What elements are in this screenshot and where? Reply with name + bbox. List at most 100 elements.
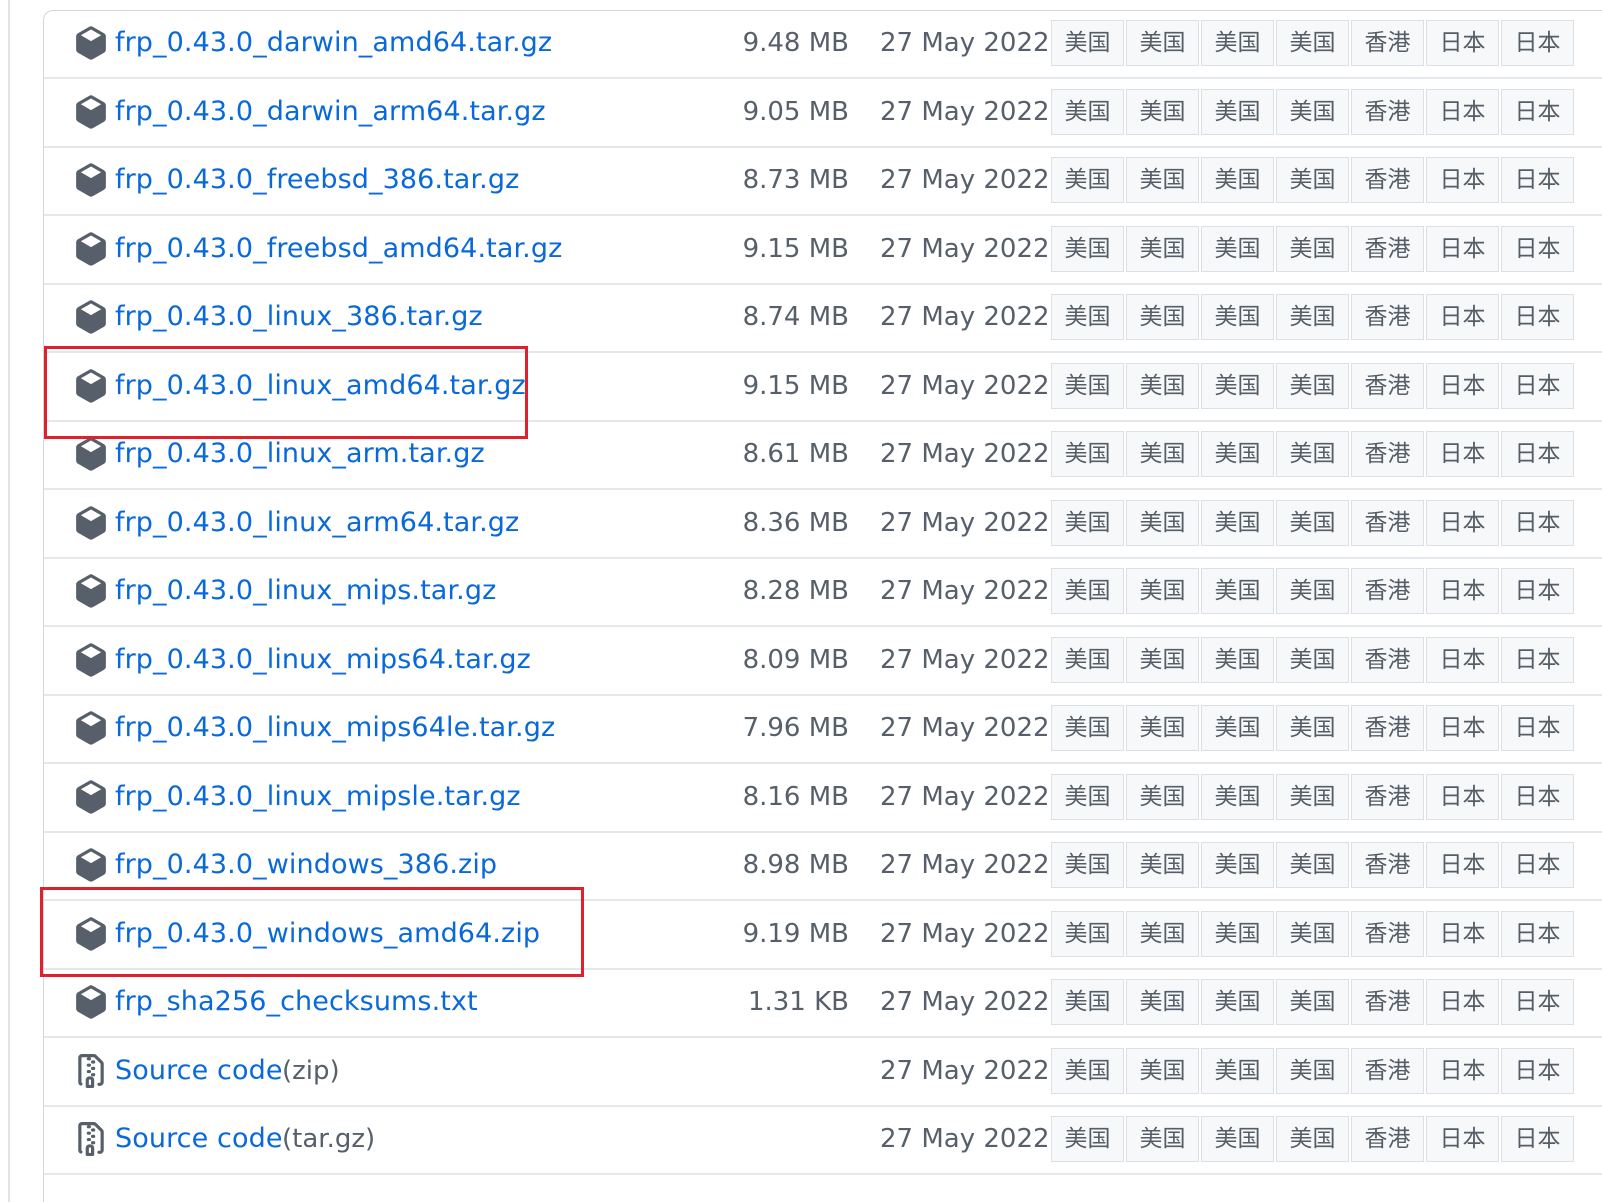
mirror-download-button[interactable]: 美国 [1051,979,1124,1025]
asset-download-link[interactable]: frp_0.43.0_freebsd_386.tar.gz [115,162,519,198]
mirror-download-button[interactable]: 日本 [1501,842,1574,888]
mirror-download-button[interactable]: 美国 [1201,568,1274,614]
mirror-download-button[interactable]: 美国 [1201,294,1274,340]
mirror-download-button[interactable]: 美国 [1126,1116,1199,1162]
mirror-download-button[interactable]: 美国 [1051,157,1124,203]
mirror-download-button[interactable]: 美国 [1126,842,1199,888]
mirror-download-button[interactable]: 美国 [1276,362,1349,409]
mirror-download-button[interactable]: 日本 [1426,294,1499,340]
mirror-download-button[interactable]: 香港 [1351,20,1424,66]
mirror-download-button[interactable]: 美国 [1276,1047,1349,1094]
mirror-download-button[interactable]: 香港 [1351,88,1424,135]
mirror-download-button[interactable]: 日本 [1426,499,1499,546]
mirror-download-button[interactable]: 美国 [1276,431,1349,477]
mirror-download-button[interactable]: 美国 [1201,705,1274,751]
asset-download-link[interactable]: frp_0.43.0_windows_amd64.zip [115,916,540,952]
mirror-download-button[interactable]: 美国 [1126,568,1199,614]
asset-download-link[interactable]: frp_0.43.0_linux_arm.tar.gz [115,436,485,472]
mirror-download-button[interactable]: 美国 [1126,294,1199,340]
mirror-download-button[interactable]: 日本 [1501,705,1574,751]
asset-download-link[interactable]: frp_0.43.0_linux_mips64le.tar.gz [115,710,555,746]
mirror-download-button[interactable]: 美国 [1201,1047,1274,1094]
mirror-download-button[interactable]: 日本 [1501,1116,1574,1162]
mirror-download-button[interactable]: 美国 [1201,1116,1274,1162]
mirror-download-button[interactable]: 香港 [1351,362,1424,409]
mirror-download-button[interactable]: 香港 [1351,1116,1424,1162]
mirror-download-button[interactable]: 美国 [1051,705,1124,751]
mirror-download-button[interactable]: 日本 [1501,362,1574,409]
mirror-download-button[interactable]: 日本 [1501,568,1574,614]
mirror-download-button[interactable]: 香港 [1351,705,1424,751]
mirror-download-button[interactable]: 日本 [1426,910,1499,957]
mirror-download-button[interactable]: 香港 [1351,773,1424,820]
asset-download-link[interactable]: frp_0.43.0_linux_amd64.tar.gz [115,368,526,404]
mirror-download-button[interactable]: 美国 [1276,88,1349,135]
mirror-download-button[interactable]: 美国 [1126,910,1199,957]
mirror-download-button[interactable]: 美国 [1051,362,1124,409]
asset-download-link[interactable]: frp_0.43.0_windows_386.zip [115,847,497,883]
mirror-download-button[interactable]: 日本 [1501,773,1574,820]
mirror-download-button[interactable]: 美国 [1126,88,1199,135]
asset-download-link[interactable]: frp_0.43.0_linux_mips64.tar.gz [115,642,531,678]
mirror-download-button[interactable]: 美国 [1276,157,1349,203]
mirror-download-button[interactable]: 美国 [1126,362,1199,409]
mirror-download-button[interactable]: 日本 [1501,979,1574,1025]
mirror-download-button[interactable]: 日本 [1426,362,1499,409]
mirror-download-button[interactable]: 美国 [1201,157,1274,203]
mirror-download-button[interactable]: 美国 [1276,910,1349,957]
mirror-download-button[interactable]: 美国 [1276,294,1349,340]
mirror-download-button[interactable]: 美国 [1126,1047,1199,1094]
mirror-download-button[interactable]: 美国 [1276,842,1349,888]
mirror-download-button[interactable]: 美国 [1051,499,1124,546]
mirror-download-button[interactable]: 美国 [1276,499,1349,546]
mirror-download-button[interactable]: 香港 [1351,636,1424,683]
asset-download-link[interactable]: Source code [115,1121,283,1157]
mirror-download-button[interactable]: 美国 [1201,773,1274,820]
mirror-download-button[interactable]: 日本 [1501,636,1574,683]
asset-download-link[interactable]: frp_sha256_checksums.txt [115,984,478,1020]
mirror-download-button[interactable]: 日本 [1426,1116,1499,1162]
mirror-download-button[interactable]: 美国 [1126,979,1199,1025]
asset-download-link[interactable]: frp_0.43.0_freebsd_amd64.tar.gz [115,231,562,267]
mirror-download-button[interactable]: 日本 [1501,88,1574,135]
mirror-download-button[interactable]: 美国 [1201,431,1274,477]
mirror-download-button[interactable]: 美国 [1126,636,1199,683]
mirror-download-button[interactable]: 美国 [1126,773,1199,820]
asset-download-link[interactable]: frp_0.43.0_linux_mips.tar.gz [115,573,496,609]
mirror-download-button[interactable]: 日本 [1426,157,1499,203]
mirror-download-button[interactable]: 香港 [1351,568,1424,614]
mirror-download-button[interactable]: 美国 [1276,20,1349,66]
mirror-download-button[interactable]: 香港 [1351,1047,1424,1094]
mirror-download-button[interactable]: 香港 [1351,979,1424,1025]
mirror-download-button[interactable]: 美国 [1126,705,1199,751]
asset-download-link[interactable]: frp_0.43.0_linux_mipsle.tar.gz [115,779,521,815]
mirror-download-button[interactable]: 美国 [1051,1116,1124,1162]
mirror-download-button[interactable]: 日本 [1426,20,1499,66]
mirror-download-button[interactable]: 美国 [1051,910,1124,957]
mirror-download-button[interactable]: 香港 [1351,499,1424,546]
mirror-download-button[interactable]: 日本 [1501,225,1574,272]
mirror-download-button[interactable]: 日本 [1501,294,1574,340]
mirror-download-button[interactable]: 日本 [1426,225,1499,272]
mirror-download-button[interactable]: 美国 [1276,979,1349,1025]
mirror-download-button[interactable]: 香港 [1351,910,1424,957]
mirror-download-button[interactable]: 美国 [1051,842,1124,888]
mirror-download-button[interactable]: 美国 [1051,431,1124,477]
mirror-download-button[interactable]: 美国 [1276,225,1349,272]
mirror-download-button[interactable]: 日本 [1501,910,1574,957]
mirror-download-button[interactable]: 美国 [1126,499,1199,546]
mirror-download-button[interactable]: 日本 [1426,773,1499,820]
mirror-download-button[interactable]: 美国 [1276,1116,1349,1162]
mirror-download-button[interactable]: 日本 [1501,1047,1574,1094]
mirror-download-button[interactable]: 日本 [1426,88,1499,135]
mirror-download-button[interactable]: 美国 [1126,431,1199,477]
mirror-download-button[interactable]: 美国 [1276,705,1349,751]
asset-download-link[interactable]: frp_0.43.0_darwin_amd64.tar.gz [115,25,552,61]
mirror-download-button[interactable]: 香港 [1351,842,1424,888]
mirror-download-button[interactable]: 香港 [1351,157,1424,203]
mirror-download-button[interactable]: 美国 [1201,88,1274,135]
mirror-download-button[interactable]: 美国 [1051,773,1124,820]
mirror-download-button[interactable]: 美国 [1201,499,1274,546]
mirror-download-button[interactable]: 美国 [1276,636,1349,683]
mirror-download-button[interactable]: 日本 [1501,431,1574,477]
